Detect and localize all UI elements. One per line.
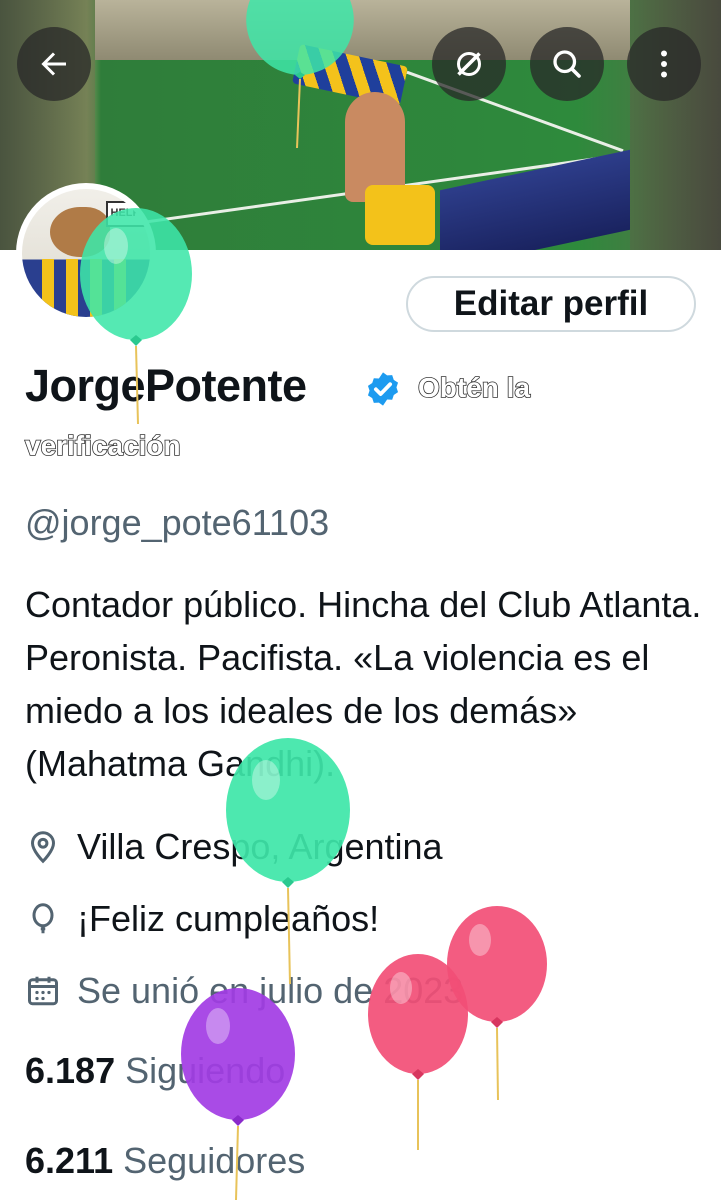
following-count: 6.187 — [25, 1050, 116, 1091]
joined-text: Se unió en julio de 2023 — [77, 970, 464, 1011]
following-link[interactable]: 6.187 Siguiendo — [25, 1050, 285, 1092]
followers-count: 6.211 — [25, 1140, 114, 1181]
grok-button[interactable] — [432, 27, 506, 101]
search-button[interactable] — [530, 27, 604, 101]
location-text: Villa Crespo, Argentina — [77, 826, 443, 867]
followers-label: Seguidores — [123, 1140, 306, 1181]
avatar[interactable]: HELP! — [16, 183, 156, 323]
arrow-left-icon — [41, 52, 66, 76]
location-pin-icon — [30, 831, 56, 864]
search-icon — [553, 50, 581, 78]
avatar-stripe — [90, 259, 102, 317]
avatar-stripe — [66, 259, 78, 317]
grok-icon — [457, 52, 481, 76]
profile-bio: Contador público. Hincha del Club Atlant… — [25, 584, 702, 784]
more-vertical-icon — [661, 50, 667, 78]
joined-row: Se unió en julio de 2023 — [25, 970, 463, 1012]
avatar-image: HELP! — [22, 189, 150, 317]
calendar-icon — [28, 976, 58, 1006]
avatar-stripe — [114, 259, 126, 317]
following-label: Siguiendo — [125, 1050, 286, 1091]
back-button[interactable] — [17, 27, 91, 101]
more-button[interactable] — [627, 27, 701, 101]
avatar-sign: HELP! — [106, 201, 148, 227]
location-row: Villa Crespo, Argentina — [25, 826, 443, 868]
edit-profile-button[interactable]: Editar perfil — [406, 276, 696, 332]
get-verified-link[interactable]: Obtén la — [417, 371, 531, 404]
birthday-row: ¡Feliz cumpleaños! — [25, 898, 379, 940]
get-verified-link[interactable]: verificación — [24, 429, 181, 462]
balloon-icon — [32, 903, 54, 934]
avatar-stripe — [42, 259, 54, 317]
avatar-character — [50, 207, 110, 257]
birthday-text: ¡Feliz cumpleaños! — [77, 898, 380, 939]
banner-fan-shorts — [365, 185, 435, 245]
followers-link[interactable]: 6.211 Seguidores — [25, 1140, 305, 1182]
user-handle: @jorge_pote61103 — [25, 502, 330, 543]
display-name: JorgePotente — [25, 360, 307, 411]
verified-badge-icon — [367, 372, 399, 406]
